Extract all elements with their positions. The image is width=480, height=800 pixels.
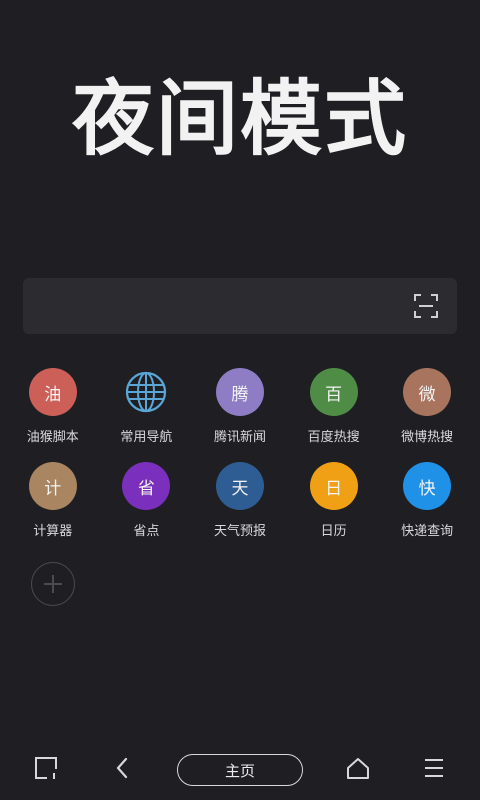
tencent-news-icon: 腾 — [215, 368, 264, 416]
express-icon: 快 — [403, 462, 452, 510]
shortcut-express[interactable]: 快 快递查询 — [380, 462, 474, 556]
shortcut-weather[interactable]: 天 天气预报 — [193, 462, 287, 556]
window-button[interactable] — [24, 748, 68, 792]
shortcut-calculator[interactable]: 计 计算器 — [6, 462, 100, 556]
shortcut-label: 日历 — [320, 524, 347, 539]
shortcut-grid: 油 油猴脚本 常用导航 腾 腾讯新闻 百 百度热搜 微 微博热搜 计 计算器 省… — [6, 368, 474, 636]
shortcut-shengdian[interactable]: 省 省点 — [100, 462, 194, 556]
calendar-icon: 日 — [309, 462, 358, 510]
shortcut-oil-script[interactable]: 油 油猴脚本 — [6, 368, 100, 462]
add-row — [6, 556, 474, 636]
window-icon — [33, 755, 59, 785]
shortcut-label: 快递查询 — [401, 524, 454, 539]
home-pill-button[interactable]: 主页 — [177, 754, 303, 786]
home-button[interactable] — [336, 748, 380, 792]
menu-button[interactable] — [412, 748, 456, 792]
back-icon — [112, 756, 134, 784]
shortcut-label: 微博热搜 — [401, 430, 454, 445]
shortcut-calendar[interactable]: 日 日历 — [287, 462, 381, 556]
add-shortcut-button[interactable] — [6, 556, 100, 636]
bottom-nav: 主页 — [0, 740, 480, 800]
weather-icon: 天 — [215, 462, 264, 510]
oil-script-icon: 油 — [28, 368, 77, 416]
home-icon — [345, 756, 371, 784]
scan-icon[interactable] — [413, 293, 439, 319]
shortcut-label: 腾讯新闻 — [213, 430, 266, 445]
shortcut-weibo-hot[interactable]: 微 微博热搜 — [380, 368, 474, 462]
search-bar[interactable] — [23, 278, 457, 334]
shortcut-label: 天气预报 — [213, 524, 266, 539]
shortcut-label: 百度热搜 — [307, 430, 360, 445]
home-page: 夜间模式 油 油猴脚本 常用导航 腾 腾讯新闻 百 百度热搜 微 微博热搜 计 … — [0, 0, 480, 800]
plus-icon — [30, 562, 75, 606]
shortcut-row: 计 计算器 省 省点 天 天气预报 日 日历 快 快递查询 — [6, 462, 474, 556]
back-button[interactable] — [101, 748, 145, 792]
weibo-hot-icon: 微 — [403, 368, 452, 416]
shortcut-label: 省点 — [133, 524, 160, 539]
shortcut-label: 油猴脚本 — [26, 430, 79, 445]
page-title: 夜间模式 — [71, 72, 408, 167]
menu-icon — [422, 757, 446, 783]
shortcut-baidu-hot[interactable]: 百 百度热搜 — [287, 368, 381, 462]
shortcut-row: 油 油猴脚本 常用导航 腾 腾讯新闻 百 百度热搜 微 微博热搜 — [6, 368, 474, 462]
shortcut-label: 常用导航 — [120, 430, 173, 445]
calculator-icon: 计 — [28, 462, 77, 510]
shengdian-icon: 省 — [122, 462, 171, 510]
shortcut-label: 计算器 — [33, 524, 73, 539]
baidu-hot-icon: 百 — [309, 368, 358, 416]
shortcut-tencent-news[interactable]: 腾 腾讯新闻 — [193, 368, 287, 462]
shortcut-common-nav[interactable]: 常用导航 — [100, 368, 194, 462]
globe-icon — [122, 368, 170, 416]
